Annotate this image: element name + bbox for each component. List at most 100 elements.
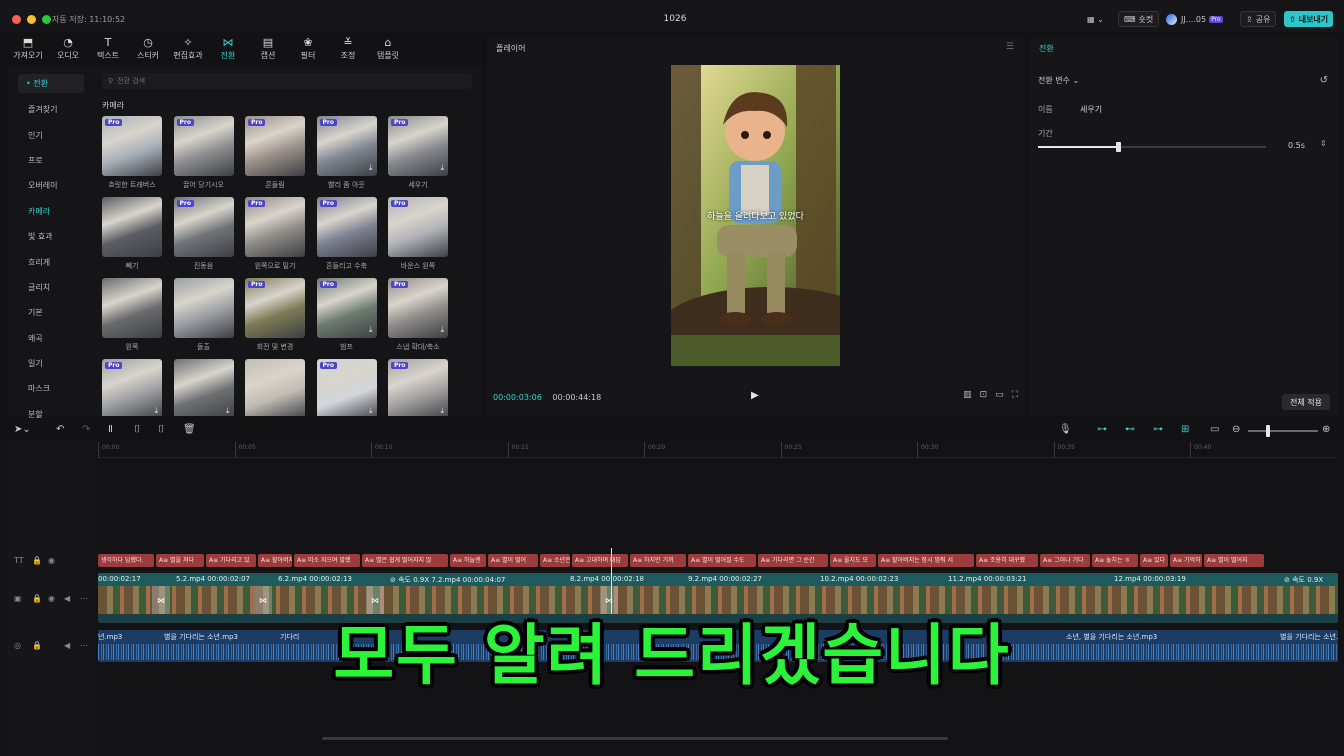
text-clip[interactable]: A≡ 있다 <box>1140 554 1168 567</box>
redo-icon[interactable]: ↷ <box>82 424 90 435</box>
video-preview[interactable]: 하늘을 올려다보고 있었다 <box>671 65 840 366</box>
transition-thumbnail[interactable]: Pro 끌어 당기시오 <box>173 116 234 190</box>
layout-button[interactable]: ▦ ⌄ <box>1087 11 1104 27</box>
category-item[interactable]: 즐겨찾기 <box>8 97 86 122</box>
category-item[interactable]: 프로 <box>8 148 86 173</box>
video-clip-label[interactable]: 8.2.mp4 00:00:02:18 <box>570 575 644 583</box>
transition-thumbnail[interactable]: 빼기 <box>102 197 162 271</box>
transition-params-header[interactable]: 전환 변수 ⌄ <box>1038 75 1079 86</box>
lock-icon[interactable]: 🔒 <box>32 556 42 565</box>
text-clip[interactable]: A≡ 할아버지는 잠시 멈춰 서 <box>878 554 974 567</box>
category-item[interactable]: 흐리게 <box>8 249 86 274</box>
eye-icon[interactable]: ◉ <box>48 556 55 565</box>
category-item[interactable]: 카메라 <box>8 199 86 224</box>
download-icon[interactable]: ⤓ <box>369 325 373 335</box>
text-clip[interactable]: A≡ 고대하며 대답 <box>572 554 628 567</box>
transition-thumbnail[interactable] <box>245 359 305 416</box>
maximize-window-button[interactable] <box>42 15 51 24</box>
zoom-out-icon[interactable]: ⊖ <box>1232 424 1240 435</box>
text-clip[interactable]: 생각하다 답했다. <box>98 554 154 567</box>
transition-thumbnail[interactable]: Pro 왼쪽으로 밀기 <box>245 197 305 271</box>
reset-icon[interactable]: ↺ <box>1320 75 1328 86</box>
text-clip[interactable]: A≡ 별이 떨어 <box>488 554 538 567</box>
delete-icon[interactable]: 🗑 <box>183 424 196 435</box>
transition-thumbnail[interactable]: 돌출 <box>173 278 234 352</box>
undo-icon[interactable]: ↶ <box>56 424 64 435</box>
tool-caption[interactable]: ▤ 캡션 <box>248 34 288 64</box>
video-clip-label[interactable]: 11.2.mp4 00:00:03:21 <box>948 575 1026 583</box>
linkage-icon[interactable]: ⊶ <box>1153 424 1163 435</box>
category-item[interactable]: 마스크 <box>8 376 86 401</box>
text-clip[interactable]: A≡ 조용히 대꾸했 <box>976 554 1038 567</box>
download-icon[interactable]: ⤓ <box>369 406 373 416</box>
video-clip-label[interactable]: 12.mp4 00:00:03:19 <box>1114 575 1186 583</box>
transition-thumbnail[interactable]: Pro ⤓ <box>316 359 377 416</box>
transition-thumbnail[interactable]: Pro 흐릿한 트래버스 <box>102 116 162 190</box>
account-button[interactable]: JJ....05 Pro <box>1166 11 1223 27</box>
tool-import[interactable]: ⬒ 가져오기 <box>8 34 48 64</box>
close-window-button[interactable] <box>12 15 21 24</box>
tool-transition[interactable]: ⋈ 전환 <box>208 34 248 64</box>
transition-thumbnail[interactable]: 왼쪽 <box>102 278 162 352</box>
transition-thumbnail[interactable]: Pro 바운스 왼쪽 <box>388 197 448 271</box>
video-clip-label[interactable]: 5.2.mp4 00:00:02:07 <box>176 575 250 583</box>
category-item[interactable]: 글리치 <box>8 275 86 300</box>
text-clip[interactable]: A≡ 별은 쉽게 떨어지지 않 <box>362 554 448 567</box>
text-clip[interactable]: A≡ 하지만 기꺼 <box>630 554 686 567</box>
category-item[interactable]: 기본 <box>8 300 86 325</box>
tool-audio[interactable]: ◔ 오디오 <box>48 34 88 64</box>
tool-effects[interactable]: ✧ 편집효과 <box>168 34 208 64</box>
apply-all-button[interactable]: 전체 적용 <box>1282 394 1330 410</box>
transition-thumbnail[interactable]: Pro 회전 및 변경 <box>245 278 305 352</box>
transition-thumbnail[interactable]: Pro 흔들리고 수축 <box>316 197 377 271</box>
video-clip-label[interactable]: 00:00:02:17 <box>98 575 141 583</box>
tool-sticker[interactable]: ◷ 스티커 <box>128 34 168 64</box>
category-item[interactable]: 오버레이 <box>8 173 86 198</box>
duration-slider-handle[interactable] <box>1115 142 1121 152</box>
preview-axis-icon[interactable]: ⊞ <box>1181 424 1189 435</box>
duration-stepper[interactable]: ⇕ <box>1320 139 1327 148</box>
microphone-icon[interactable]: 🎙 <box>1059 424 1072 435</box>
text-clip[interactable]: A≡ 기다리면 그 순간 <box>758 554 828 567</box>
category-item[interactable]: 일기 <box>8 351 86 376</box>
video-clip-label[interactable]: 9.2.mp4 00:00:02:27 <box>688 575 762 583</box>
timeline-zoom-handle[interactable] <box>1266 425 1270 437</box>
screenshot-icon[interactable]: ⊡ <box>980 390 988 400</box>
shortcut-button[interactable]: ⌨ 숏컷 <box>1118 11 1160 27</box>
split-left-icon[interactable]: ⌷ <box>134 424 140 435</box>
download-icon[interactable]: ⤓ <box>226 406 230 416</box>
duration-value[interactable]: 0.5s <box>1288 141 1305 150</box>
tool-filter[interactable]: ❀ 필터 <box>288 34 328 64</box>
transition-search-input[interactable]: ⚲ 전환 검색 <box>102 73 472 89</box>
text-clip[interactable]: A≡ 하늘엔 <box>450 554 486 567</box>
text-clip[interactable]: A≡ 기다리고 있 <box>206 554 256 567</box>
minimize-window-button[interactable] <box>27 15 36 24</box>
transition-thumbnail[interactable]: Pro ⤓ 범프 <box>316 278 377 352</box>
video-clip-label[interactable]: 10.2.mp4 00:00:02:23 <box>820 575 898 583</box>
text-clip[interactable]: A≡ 미소 지으며 말했 <box>294 554 360 567</box>
duration-slider[interactable] <box>1038 142 1266 152</box>
text-clip[interactable]: A≡ 별이 떨어질 수도 <box>688 554 756 567</box>
transition-thumbnail[interactable]: Pro ⤓ 스냅 확대/축소 <box>388 278 448 352</box>
download-icon[interactable]: ⤓ <box>440 406 444 416</box>
split-icon[interactable]: Ⅱ <box>108 424 113 435</box>
transition-thumbnail[interactable]: Pro ⤓ <box>388 359 448 416</box>
transition-thumbnail[interactable]: Pro ⤓ <box>102 359 162 416</box>
transition-thumbnail[interactable]: Pro ⤓ 세우기 <box>388 116 448 190</box>
select-tool-icon[interactable]: ➤⌄ <box>14 424 31 435</box>
auto-snap-icon[interactable]: ⊷ <box>1125 424 1135 435</box>
caption-toggle-icon[interactable]: ▭ <box>1210 424 1219 435</box>
transition-thumbnail[interactable]: Pro 흔들림 <box>245 116 305 190</box>
timeline-scrollbar[interactable] <box>322 737 948 740</box>
tool-text[interactable]: T 텍스트 <box>88 34 128 64</box>
tool-template[interactable]: ⌂ 템플릿 <box>368 34 408 64</box>
category-transitions[interactable]: • 전환 <box>18 74 84 93</box>
menu-icon[interactable]: ☰ <box>1006 42 1014 52</box>
video-clip-label[interactable]: ⊘ 속도 0.9X <box>1284 575 1323 585</box>
tool-adjust[interactable]: ≚ 조정 <box>328 34 368 64</box>
text-clip[interactable]: A≡ 기억하 <box>1170 554 1202 567</box>
share-button[interactable]: ⇪ 공유 <box>1240 11 1277 27</box>
time-ruler[interactable]: 00:00 00:05 00:10 00:15 00:20 00:25 00:30 00:35… <box>98 442 1338 458</box>
timeline-zoom-slider[interactable] <box>1248 430 1318 432</box>
grid-view-icon[interactable]: ▥ <box>963 390 972 400</box>
